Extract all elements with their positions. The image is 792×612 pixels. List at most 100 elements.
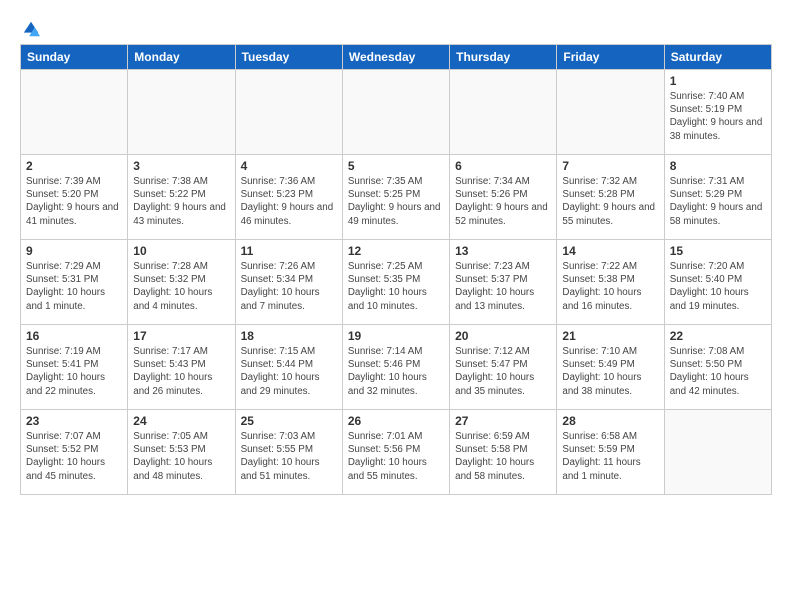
calendar-cell: 4 Sunrise: 7:36 AM Sunset: 5:23 PM Daylig… bbox=[235, 155, 342, 240]
calendar-cell bbox=[128, 70, 235, 155]
day-info: Sunrise: 7:34 AM Sunset: 5:26 PM Dayligh… bbox=[455, 175, 551, 228]
calendar-cell: 9 Sunrise: 7:29 AM Sunset: 5:31 PM Daylig… bbox=[21, 240, 128, 325]
day-number: 2 bbox=[26, 159, 122, 173]
week-row-1: 1 Sunrise: 7:40 AM Sunset: 5:19 PM Daylig… bbox=[21, 70, 772, 155]
calendar-cell: 23 Sunrise: 7:07 AM Sunset: 5:52 PM Dayli… bbox=[21, 410, 128, 495]
day-info: Sunrise: 7:08 AM Sunset: 5:50 PM Dayligh… bbox=[670, 345, 766, 398]
page-header bbox=[20, 20, 772, 34]
logo-icon bbox=[22, 20, 40, 38]
calendar-cell: 3 Sunrise: 7:38 AM Sunset: 5:22 PM Daylig… bbox=[128, 155, 235, 240]
day-info: Sunrise: 7:29 AM Sunset: 5:31 PM Dayligh… bbox=[26, 260, 122, 313]
calendar-cell: 8Sunrise: 7:31 AM Sunset: 5:29 PM Daylig… bbox=[664, 155, 771, 240]
week-row-3: 9 Sunrise: 7:29 AM Sunset: 5:31 PM Daylig… bbox=[21, 240, 772, 325]
day-info: Sunrise: 7:01 AM Sunset: 5:56 PM Dayligh… bbox=[348, 430, 444, 483]
day-number: 15 bbox=[670, 244, 766, 258]
day-info: Sunrise: 7:38 AM Sunset: 5:22 PM Dayligh… bbox=[133, 175, 229, 228]
calendar-cell: 18 Sunrise: 7:15 AM Sunset: 5:44 PM Dayli… bbox=[235, 325, 342, 410]
day-number: 6 bbox=[455, 159, 551, 173]
day-info: Sunrise: 7:26 AM Sunset: 5:34 PM Dayligh… bbox=[241, 260, 337, 313]
day-number: 17 bbox=[133, 329, 229, 343]
calendar-cell bbox=[664, 410, 771, 495]
weekday-header-saturday: Saturday bbox=[664, 45, 771, 70]
day-number: 1 bbox=[670, 74, 766, 88]
weekday-header-thursday: Thursday bbox=[450, 45, 557, 70]
calendar-cell: 14 Sunrise: 7:22 AM Sunset: 5:38 PM Dayli… bbox=[557, 240, 664, 325]
logo bbox=[20, 20, 40, 34]
day-info: Sunrise: 7:32 AM Sunset: 5:28 PM Dayligh… bbox=[562, 175, 658, 228]
weekday-header-sunday: Sunday bbox=[21, 45, 128, 70]
day-number: 23 bbox=[26, 414, 122, 428]
calendar-cell bbox=[21, 70, 128, 155]
weekday-header-tuesday: Tuesday bbox=[235, 45, 342, 70]
calendar-cell: 26 Sunrise: 7:01 AM Sunset: 5:56 PM Dayli… bbox=[342, 410, 449, 495]
day-info: Sunrise: 7:20 AM Sunset: 5:40 PM Dayligh… bbox=[670, 260, 766, 313]
calendar-cell: 10Sunrise: 7:28 AM Sunset: 5:32 PM Dayli… bbox=[128, 240, 235, 325]
calendar-cell: 13Sunrise: 7:23 AM Sunset: 5:37 PM Dayli… bbox=[450, 240, 557, 325]
day-info: Sunrise: 7:19 AM Sunset: 5:41 PM Dayligh… bbox=[26, 345, 122, 398]
calendar-cell: 12 Sunrise: 7:25 AM Sunset: 5:35 PM Dayli… bbox=[342, 240, 449, 325]
weekday-header-row: SundayMondayTuesdayWednesdayThursdayFrid… bbox=[21, 45, 772, 70]
calendar-cell: 6 Sunrise: 7:34 AM Sunset: 5:26 PM Daylig… bbox=[450, 155, 557, 240]
day-info: Sunrise: 6:58 AM Sunset: 5:59 PM Dayligh… bbox=[562, 430, 658, 483]
calendar-cell: 25 Sunrise: 7:03 AM Sunset: 5:55 PM Dayli… bbox=[235, 410, 342, 495]
calendar-cell: 27 Sunrise: 6:59 AM Sunset: 5:58 PM Dayli… bbox=[450, 410, 557, 495]
day-number: 27 bbox=[455, 414, 551, 428]
day-number: 22 bbox=[670, 329, 766, 343]
day-info: Sunrise: 7:22 AM Sunset: 5:38 PM Dayligh… bbox=[562, 260, 658, 313]
day-info: Sunrise: 7:14 AM Sunset: 5:46 PM Dayligh… bbox=[348, 345, 444, 398]
day-number: 16 bbox=[26, 329, 122, 343]
calendar-table: SundayMondayTuesdayWednesdayThursdayFrid… bbox=[20, 44, 772, 495]
day-info: Sunrise: 7:10 AM Sunset: 5:49 PM Dayligh… bbox=[562, 345, 658, 398]
calendar-cell: 16 Sunrise: 7:19 AM Sunset: 5:41 PM Dayli… bbox=[21, 325, 128, 410]
day-number: 12 bbox=[348, 244, 444, 258]
calendar-cell bbox=[557, 70, 664, 155]
day-number: 24 bbox=[133, 414, 229, 428]
calendar-cell: 1 Sunrise: 7:40 AM Sunset: 5:19 PM Daylig… bbox=[664, 70, 771, 155]
day-info: Sunrise: 7:28 AM Sunset: 5:32 PM Dayligh… bbox=[133, 260, 229, 313]
day-number: 8 bbox=[670, 159, 766, 173]
day-info: Sunrise: 6:59 AM Sunset: 5:58 PM Dayligh… bbox=[455, 430, 551, 483]
calendar-cell bbox=[235, 70, 342, 155]
day-number: 9 bbox=[26, 244, 122, 258]
day-number: 26 bbox=[348, 414, 444, 428]
day-number: 13 bbox=[455, 244, 551, 258]
calendar-cell: 21 Sunrise: 7:10 AM Sunset: 5:49 PM Dayli… bbox=[557, 325, 664, 410]
day-info: Sunrise: 7:12 AM Sunset: 5:47 PM Dayligh… bbox=[455, 345, 551, 398]
day-number: 4 bbox=[241, 159, 337, 173]
day-info: Sunrise: 7:15 AM Sunset: 5:44 PM Dayligh… bbox=[241, 345, 337, 398]
day-number: 3 bbox=[133, 159, 229, 173]
day-number: 14 bbox=[562, 244, 658, 258]
day-info: Sunrise: 7:36 AM Sunset: 5:23 PM Dayligh… bbox=[241, 175, 337, 228]
day-number: 21 bbox=[562, 329, 658, 343]
calendar-cell bbox=[450, 70, 557, 155]
calendar-cell: 22 Sunrise: 7:08 AM Sunset: 5:50 PM Dayli… bbox=[664, 325, 771, 410]
calendar-cell: 5 Sunrise: 7:35 AM Sunset: 5:25 PM Daylig… bbox=[342, 155, 449, 240]
calendar-cell: 2 Sunrise: 7:39 AM Sunset: 5:20 PM Daylig… bbox=[21, 155, 128, 240]
day-number: 28 bbox=[562, 414, 658, 428]
day-number: 11 bbox=[241, 244, 337, 258]
day-number: 5 bbox=[348, 159, 444, 173]
day-info: Sunrise: 7:39 AM Sunset: 5:20 PM Dayligh… bbox=[26, 175, 122, 228]
day-info: Sunrise: 7:25 AM Sunset: 5:35 PM Dayligh… bbox=[348, 260, 444, 313]
day-number: 7 bbox=[562, 159, 658, 173]
week-row-4: 16 Sunrise: 7:19 AM Sunset: 5:41 PM Dayli… bbox=[21, 325, 772, 410]
day-info: Sunrise: 7:03 AM Sunset: 5:55 PM Dayligh… bbox=[241, 430, 337, 483]
calendar-cell: 28 Sunrise: 6:58 AM Sunset: 5:59 PM Dayli… bbox=[557, 410, 664, 495]
weekday-header-monday: Monday bbox=[128, 45, 235, 70]
weekday-header-friday: Friday bbox=[557, 45, 664, 70]
calendar-cell: 15 Sunrise: 7:20 AM Sunset: 5:40 PM Dayli… bbox=[664, 240, 771, 325]
day-number: 18 bbox=[241, 329, 337, 343]
week-row-2: 2 Sunrise: 7:39 AM Sunset: 5:20 PM Daylig… bbox=[21, 155, 772, 240]
calendar-cell: 11 Sunrise: 7:26 AM Sunset: 5:34 PM Dayli… bbox=[235, 240, 342, 325]
calendar-cell bbox=[342, 70, 449, 155]
calendar-cell: 24Sunrise: 7:05 AM Sunset: 5:53 PM Dayli… bbox=[128, 410, 235, 495]
calendar-cell: 17Sunrise: 7:17 AM Sunset: 5:43 PM Dayli… bbox=[128, 325, 235, 410]
day-info: Sunrise: 7:40 AM Sunset: 5:19 PM Dayligh… bbox=[670, 90, 766, 143]
day-info: Sunrise: 7:07 AM Sunset: 5:52 PM Dayligh… bbox=[26, 430, 122, 483]
day-number: 25 bbox=[241, 414, 337, 428]
day-number: 19 bbox=[348, 329, 444, 343]
day-info: Sunrise: 7:35 AM Sunset: 5:25 PM Dayligh… bbox=[348, 175, 444, 228]
day-number: 20 bbox=[455, 329, 551, 343]
calendar-cell: 19 Sunrise: 7:14 AM Sunset: 5:46 PM Dayli… bbox=[342, 325, 449, 410]
weekday-header-wednesday: Wednesday bbox=[342, 45, 449, 70]
